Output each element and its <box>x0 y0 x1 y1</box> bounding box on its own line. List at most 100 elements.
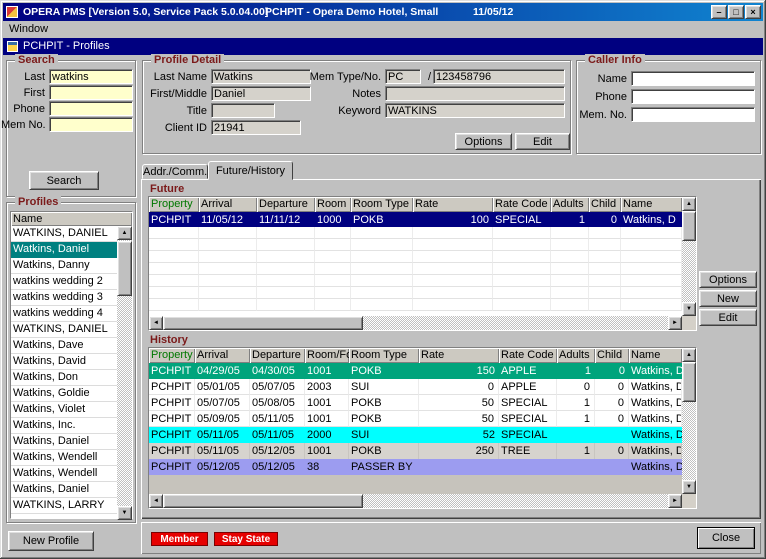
minimize-icon[interactable]: – <box>711 5 727 19</box>
tab-future-history[interactable]: Future/History <box>208 161 293 180</box>
future-new-button[interactable]: New <box>699 290 757 307</box>
profile-list-item[interactable]: Watkins, Daniel <box>11 242 117 258</box>
scroll-left-icon[interactable]: ◄ <box>149 494 163 508</box>
title-field[interactable] <box>211 103 275 118</box>
history-column-header[interactable]: Rate Code <box>499 348 557 363</box>
history-column-header[interactable]: Rate <box>419 348 499 363</box>
scroll-thumb[interactable] <box>682 211 696 241</box>
first-middle-field[interactable] <box>211 86 311 101</box>
caller-mem-input[interactable] <box>631 107 755 122</box>
client-id-field[interactable] <box>211 120 301 135</box>
profile-list-item[interactable]: WATKINS, LARRY <box>11 498 117 514</box>
profile-list-item[interactable]: Watkins, Inc. <box>11 418 117 434</box>
phone-input[interactable] <box>49 101 133 116</box>
history-row[interactable]: PCHPIT05/11/0505/11/052000SUI52SPECIALWa… <box>149 427 682 443</box>
scroll-down-icon[interactable]: ▼ <box>117 506 132 520</box>
history-row[interactable]: PCHPIT05/11/0505/12/051001POKB250TREE10W… <box>149 443 682 459</box>
mem-number-field[interactable] <box>433 69 565 84</box>
future-column-header[interactable]: Adults <box>551 197 589 212</box>
history-row[interactable]: PCHPIT05/01/0505/07/052003SUI0APPLE00Wat… <box>149 379 682 395</box>
history-row[interactable]: PCHPIT04/29/0504/30/051001POKB150APPLE10… <box>149 363 682 379</box>
scroll-up-icon[interactable]: ▲ <box>117 226 132 240</box>
scroll-down-icon[interactable]: ▼ <box>682 480 696 494</box>
scroll-right-icon[interactable]: ► <box>668 494 682 508</box>
menu-window[interactable]: Window <box>3 21 54 38</box>
future-column-header[interactable]: Room Type <box>351 197 413 212</box>
future-column-header[interactable]: Departure <box>257 197 315 212</box>
future-column-header[interactable]: Child <box>589 197 621 212</box>
history-column-header[interactable]: Property <box>149 348 195 363</box>
profile-list-item[interactable]: watkins wedding 4 <box>11 306 117 322</box>
history-row[interactable]: PCHPIT05/12/0505/12/0538PASSER BYWatkins… <box>149 459 682 475</box>
new-profile-button[interactable]: New Profile <box>8 531 94 551</box>
future-column-header[interactable]: Property <box>149 197 199 212</box>
profiles-name-header[interactable]: Name <box>11 212 132 226</box>
detail-edit-button[interactable]: Edit <box>515 133 570 150</box>
future-options-button[interactable]: Options <box>699 271 757 288</box>
scroll-right-icon[interactable]: ► <box>668 316 682 330</box>
profiles-scrollbar[interactable]: ▲ ▼ <box>117 226 132 520</box>
history-column-header[interactable]: Room Type <box>349 348 419 363</box>
scroll-up-icon[interactable]: ▲ <box>682 348 696 362</box>
future-column-header[interactable]: Arrival <box>199 197 257 212</box>
future-column-header[interactable]: Rate <box>413 197 493 212</box>
history-vscrollbar[interactable]: ▲ ▼ <box>682 348 696 494</box>
history-column-header[interactable]: Departure <box>250 348 305 363</box>
profile-list-item[interactable]: WATKINS, DANIEL <box>11 226 117 242</box>
profile-list-item[interactable]: Watkins, David <box>11 354 117 370</box>
history-hscrollbar[interactable]: ◄ ► <box>149 494 682 508</box>
caller-name-input[interactable] <box>631 71 755 86</box>
stay-state-badge[interactable]: Stay State <box>214 532 278 546</box>
history-row[interactable]: PCHPIT05/09/0505/11/051001POKB50SPECIAL1… <box>149 411 682 427</box>
profile-list-item[interactable]: Watkins, Wendell <box>11 450 117 466</box>
empty-cell <box>493 275 551 287</box>
search-button[interactable]: Search <box>29 171 99 190</box>
profile-list-item[interactable]: Watkins, Don <box>11 370 117 386</box>
future-edit-button[interactable]: Edit <box>699 309 757 326</box>
maximize-icon[interactable]: □ <box>728 5 744 19</box>
history-column-header[interactable]: Name <box>629 348 682 363</box>
profile-list-item[interactable]: watkins wedding 2 <box>11 274 117 290</box>
scroll-left-icon[interactable]: ◄ <box>149 316 163 330</box>
last-input[interactable] <box>49 69 133 84</box>
history-column-header[interactable]: Room/Fol <box>305 348 349 363</box>
future-column-header[interactable]: Rate Code <box>493 197 551 212</box>
scroll-thumb[interactable] <box>117 241 132 296</box>
close-icon[interactable]: × <box>745 5 761 19</box>
history-column-header[interactable]: Child <box>595 348 629 363</box>
profile-list-item[interactable]: Watkins, Daniel <box>11 434 117 450</box>
history-row[interactable]: PCHPIT05/07/0505/08/051001POKB50SPECIAL1… <box>149 395 682 411</box>
close-button[interactable]: Close <box>697 527 755 549</box>
profile-list-item[interactable]: Watkins, Wendell <box>11 466 117 482</box>
notes-field[interactable] <box>385 86 565 101</box>
mem-type-field[interactable] <box>385 69 421 84</box>
first-input[interactable] <box>49 85 133 100</box>
profile-list-item[interactable]: WATKINS, DANIEL <box>11 322 117 338</box>
mem-no-input[interactable] <box>49 117 133 132</box>
profile-list-item[interactable]: Watkins, Violet <box>11 402 117 418</box>
profile-list-item[interactable]: Watkins, Daniel <box>11 482 117 498</box>
scroll-down-icon[interactable]: ▼ <box>682 302 696 316</box>
caller-phone-input[interactable] <box>631 89 755 104</box>
member-badge[interactable]: Member <box>151 532 208 546</box>
profile-list-item[interactable]: Watkins, Danny <box>11 258 117 274</box>
tab-addr-comm[interactable]: Addr./Comm. <box>142 164 208 179</box>
profile-list-item[interactable]: Watkins, Goldie <box>11 386 117 402</box>
last-name-field[interactable] <box>211 69 311 84</box>
detail-options-button[interactable]: Options <box>455 133 512 150</box>
future-hscrollbar[interactable]: ◄ ► <box>149 316 682 330</box>
profile-list-item[interactable]: watkins wedding 3 <box>11 290 117 306</box>
keyword-field[interactable] <box>385 103 565 118</box>
future-column-header[interactable]: Room <box>315 197 351 212</box>
scroll-up-icon[interactable]: ▲ <box>682 197 696 211</box>
scroll-thumb[interactable] <box>682 362 696 402</box>
history-column-header[interactable]: Arrival <box>195 348 250 363</box>
future-row[interactable]: PCHPIT11/05/1211/11/121000POKB100SPECIAL… <box>149 212 682 227</box>
empty-cell <box>589 227 621 239</box>
scroll-thumb[interactable] <box>163 316 363 330</box>
future-column-header[interactable]: Name <box>621 197 682 212</box>
history-column-header[interactable]: Adults <box>557 348 595 363</box>
future-vscrollbar[interactable]: ▲ ▼ <box>682 197 696 316</box>
scroll-thumb[interactable] <box>163 494 363 508</box>
profile-list-item[interactable]: Watkins, Dave <box>11 338 117 354</box>
